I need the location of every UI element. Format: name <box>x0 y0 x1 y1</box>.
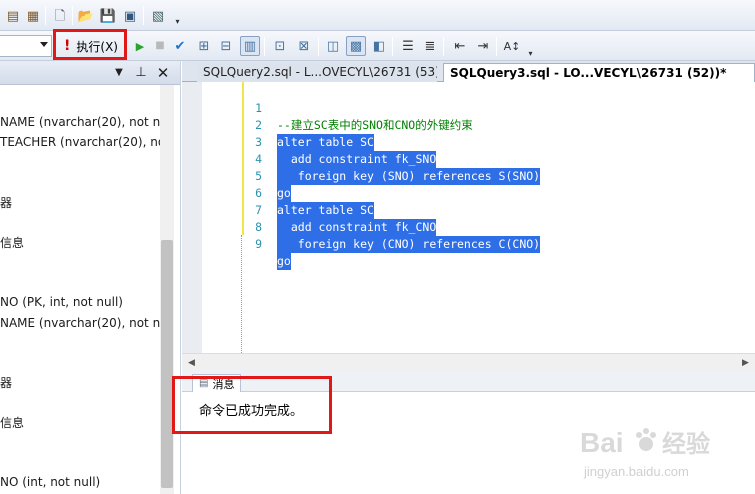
code-line[interactable]: 8 foreign key (CNO) references C(CNO) <box>202 202 755 253</box>
code-line[interactable]: 1 --建立SC表中的SNO和CNO的外键约束 <box>202 83 755 132</box>
editor-margin <box>182 82 202 353</box>
include-plan-icon[interactable]: ◫ <box>323 36 343 56</box>
code-line[interactable]: 4 foreign key (SNO) references S(SNO) <box>202 134 755 185</box>
result-message: 命令已成功完成。 <box>199 404 304 419</box>
query-icon[interactable]: ▦ <box>23 6 43 26</box>
code-line[interactable]: 7 add constraint fk_CNO <box>202 185 755 236</box>
tree-item-label: TEACHER (nvarchar(20), not <box>0 135 170 149</box>
save-all-icon[interactable]: ▣ <box>120 6 140 26</box>
tree-item-label: NO (PK, int, not null) <box>0 295 123 309</box>
toolbar-separator <box>72 6 73 25</box>
sql-editor-toolbar: ! 执行(X) ▶ ■ ✔ ⊞ ⊟ ▥ ⊡ ⊠ ◫ ▩ ◧ ☰ ≣ ⇤ ⇥ A↕… <box>0 31 755 61</box>
explorer-scrollbar[interactable] <box>160 85 174 494</box>
query-designer-icon[interactable]: ⊞ <box>194 36 214 56</box>
intellisense-icon[interactable]: ⊡ <box>270 36 290 56</box>
tab-label: SQLQuery3.sql - LO...VECYL\26731 (52))* <box>450 66 727 80</box>
window-position-icon[interactable]: ▼ <box>111 64 127 81</box>
code-text: go <box>277 253 291 270</box>
document-tabstrip: SQLQuery2.sql - L...OVECYL\26731 (53)) S… <box>182 61 755 82</box>
tab-label: SQLQuery2.sql - L...OVECYL\26731 (53)) <box>203 65 437 79</box>
scrollbar-thumb[interactable] <box>161 240 173 488</box>
toolbar-separator <box>45 6 46 25</box>
toolbar-separator <box>143 6 144 25</box>
query-editor[interactable]: 1 --建立SC表中的SNO和CNO的外键约束 2 alter table SC… <box>182 82 755 353</box>
uncomment-lines-icon[interactable]: ≣ <box>420 36 440 56</box>
toolbar-separator <box>443 37 444 56</box>
stop-icon[interactable]: ■ <box>150 36 170 56</box>
code-line[interactable]: 2 alter table SC <box>202 100 755 151</box>
execute-icon: ! <box>64 38 71 54</box>
scroll-right-icon[interactable]: ▶ <box>742 358 749 368</box>
tree-item[interactable]: NO (int, not null) <box>0 475 100 489</box>
increase-indent-icon[interactable]: ⇥ <box>473 36 493 56</box>
decrease-indent-icon[interactable]: ⇤ <box>450 36 470 56</box>
execute-label: 执行(X) <box>76 39 118 54</box>
tree-item-label: NAME (nvarchar(20), not nul <box>0 115 172 129</box>
code-line[interactable]: 5 go <box>202 151 755 202</box>
comment-lines-icon[interactable]: ☰ <box>398 36 418 56</box>
scroll-left-icon[interactable]: ◀ <box>188 358 195 368</box>
object-tree: NAME (nvarchar(20), not nul TEACHER (nva… <box>0 85 172 494</box>
tree-item-label: 信息 <box>0 236 25 250</box>
tree-item[interactable]: TEACHER (nvarchar(20), not <box>0 135 170 149</box>
close-icon[interactable]: ✕ <box>155 64 171 82</box>
new-file-icon[interactable]: 🗋 <box>50 6 70 26</box>
editor-horizontal-scrollbar[interactable]: ◀ ▶ <box>182 353 755 370</box>
object-explorer-header: ▼ ⊥ ✕ <box>0 61 180 85</box>
tree-item-label: NO (int, not null) <box>0 475 101 489</box>
message-icon: ▤ <box>199 378 209 389</box>
toolbar-separator <box>318 37 319 56</box>
object-explorer-panel: ▼ ⊥ ✕ NAME (nvarchar(20), not nul TEACHE… <box>0 61 181 494</box>
tree-item[interactable]: 信息 <box>0 414 24 431</box>
line-number: 9 <box>255 237 262 251</box>
code-text: foreign key (CNO) references C(CNO) <box>277 236 541 253</box>
tab-sqlquery2[interactable]: SQLQuery2.sql - L...OVECYL\26731 (53)) <box>197 63 437 82</box>
tree-item[interactable]: 器 <box>0 194 12 211</box>
messages-pane: 命令已成功完成。 <box>182 392 755 494</box>
results-to-file-icon[interactable]: ◧ <box>369 36 389 56</box>
tab-sqlquery3[interactable]: SQLQuery3.sql - LO...VECYL\26731 (52))* <box>443 63 755 82</box>
client-statistics-icon[interactable]: ▩ <box>346 36 366 56</box>
code-line[interactable]: 9 go <box>202 219 755 270</box>
debug-icon[interactable]: ▶ <box>130 36 150 56</box>
tab-label: 消息 <box>212 377 235 391</box>
tree-item-label: NAME (nvarchar(20), not nu <box>0 316 168 330</box>
tree-item-label: 器 <box>0 376 13 390</box>
open-folder-icon[interactable]: 📂 <box>76 6 96 26</box>
toolbar-overflow-icon[interactable]: ▾ <box>173 8 182 26</box>
code-line[interactable]: 6 alter table SC <box>202 168 755 219</box>
toolbar-separator <box>392 37 393 56</box>
tree-item[interactable]: NAME (nvarchar(20), not nu <box>0 316 168 330</box>
standard-toolbar: ▤ ▦ 🗋 📂 💾 ▣ ▧ ▾ <box>0 0 755 31</box>
tree-item[interactable]: 器 <box>0 374 12 391</box>
tab-messages[interactable]: ▤ 消息 <box>192 374 242 392</box>
execute-button[interactable]: ! 执行(X) <box>60 35 126 57</box>
database-icon[interactable]: ▤ <box>3 6 23 26</box>
database-selector[interactable] <box>0 35 52 57</box>
tree-item-label: 器 <box>0 196 13 210</box>
activity-monitor-icon[interactable]: ▧ <box>148 6 168 26</box>
toolbar-separator <box>264 37 265 56</box>
specify-values-icon[interactable]: A↕ <box>502 36 522 56</box>
query-options-icon[interactable]: ⊠ <box>294 36 314 56</box>
tree-item[interactable]: NAME (nvarchar(20), not nul <box>0 115 171 129</box>
tree-item[interactable]: NO (PK, int, not null) <box>0 295 123 309</box>
toolbar-separator <box>496 37 497 56</box>
save-icon[interactable]: 💾 <box>98 6 118 26</box>
parse-checkmark-icon[interactable]: ✔ <box>170 36 190 56</box>
results-tabstrip: ▤ 消息 <box>182 370 755 392</box>
dropdown-arrow-icon <box>40 42 48 47</box>
pin-icon[interactable]: ⊥ <box>133 64 149 81</box>
code-line[interactable]: 3 add constraint fk_SNO <box>202 117 755 168</box>
toolbar-overflow-icon[interactable]: ▾ <box>526 40 535 58</box>
tree-item[interactable]: 信息 <box>0 234 24 251</box>
tree-item-label: 信息 <box>0 416 25 430</box>
results-to-grid-icon[interactable]: ▥ <box>240 36 260 56</box>
estimated-plan-icon[interactable]: ⊟ <box>216 36 236 56</box>
